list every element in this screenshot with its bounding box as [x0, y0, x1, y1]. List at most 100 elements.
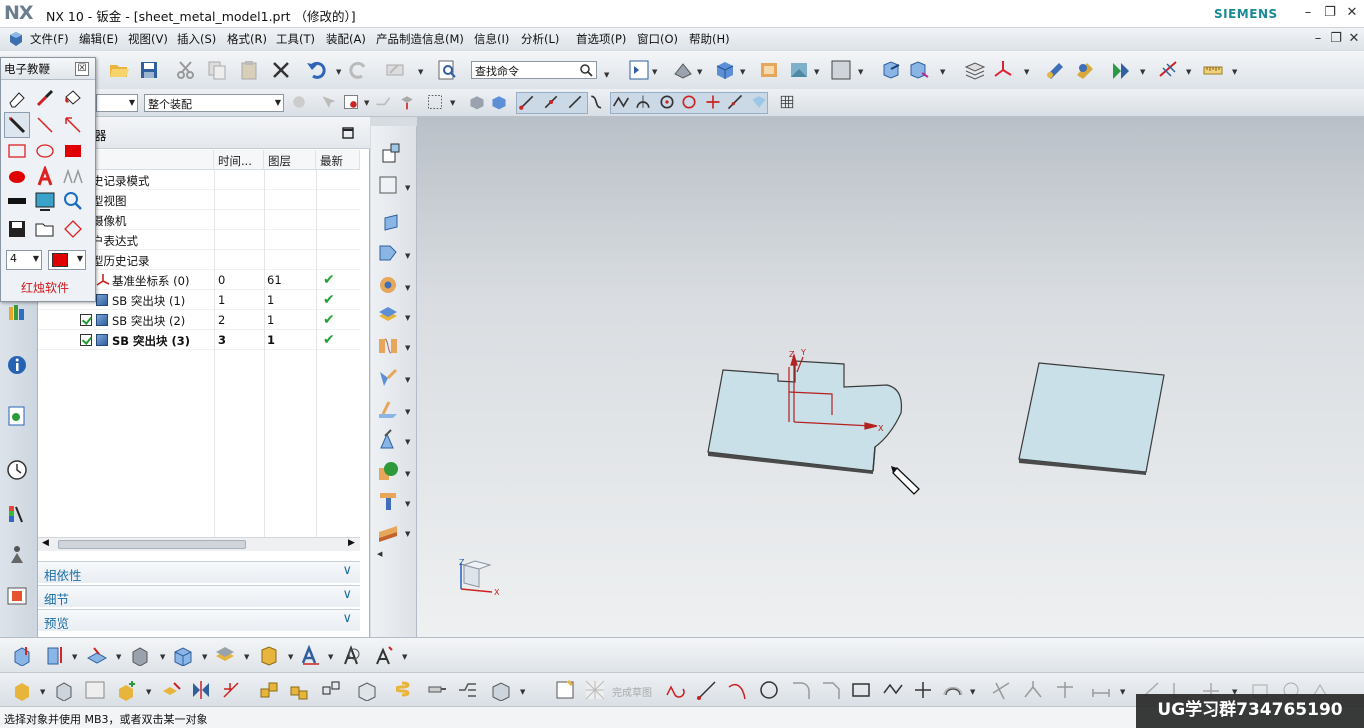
shell-dropdown-icon[interactable]: ▼ [288, 653, 293, 661]
font-tool-icon[interactable] [62, 166, 84, 188]
pmi-note-icon[interactable] [342, 644, 364, 666]
horizontal-scrollbar[interactable]: ◀ ▶ [38, 537, 360, 551]
block-dropdown-icon[interactable]: ▼ [202, 653, 207, 661]
flange-dropdown-icon[interactable]: ▼ [405, 252, 410, 260]
arrow-tool-icon[interactable] [62, 114, 84, 136]
visibility-checkbox[interactable] [80, 334, 92, 346]
graphics-window[interactable]: Z Y X Z X [417, 117, 1364, 637]
restore-button[interactable]: ❐ [1320, 4, 1340, 22]
filled-ellipse-icon[interactable] [6, 166, 28, 188]
tree-row-tab-2[interactable]: SB 突出块 (2) 2 1 ✔ [38, 310, 360, 330]
eraser-icon[interactable] [6, 87, 28, 109]
assembly-filter-icon[interactable] [290, 93, 308, 111]
select-face-icon[interactable] [342, 93, 360, 111]
datum-dropdown-icon[interactable]: ▼ [405, 184, 410, 192]
polygon-icon[interactable] [882, 679, 904, 701]
drawing-icon[interactable] [84, 679, 106, 701]
body-ops-icon[interactable] [490, 679, 512, 701]
mate-icon[interactable] [160, 679, 182, 701]
export-flat-icon[interactable] [377, 428, 399, 450]
open-icon[interactable] [108, 59, 130, 81]
menu-assemblies[interactable]: 装配(A) [326, 31, 366, 47]
arc-icon[interactable] [726, 679, 748, 701]
measure-dropdown-icon[interactable]: ▼ [1186, 68, 1191, 76]
export-dropdown-icon[interactable]: ▼ [405, 438, 410, 446]
select-method-dropdown-icon[interactable]: ▼ [450, 99, 455, 107]
clear-shape-icon[interactable] [62, 218, 84, 240]
chamfer-icon[interactable] [820, 679, 842, 701]
rectangle-icon[interactable] [850, 679, 872, 701]
offset-curve-icon[interactable] [942, 679, 964, 701]
assembly-scope-select[interactable]: 整个装配 ▼ [144, 94, 284, 112]
scroll-left-icon[interactable]: ◀ [42, 538, 49, 548]
select-feature-icon[interactable] [320, 93, 338, 111]
more-tools-icon[interactable]: ◀ [377, 550, 382, 558]
edge-blend-icon[interactable] [214, 644, 236, 666]
flange-icon[interactable] [377, 242, 399, 264]
tab-icon[interactable] [381, 212, 403, 234]
ruler-icon[interactable] [1202, 59, 1224, 81]
lighting-icon[interactable] [830, 59, 852, 81]
mirror-icon[interactable] [190, 679, 212, 701]
column-header-timestamp[interactable]: 时间... [214, 150, 264, 170]
undo-dropdown-icon[interactable]: ▼ [336, 68, 341, 76]
save-drawing-icon[interactable] [6, 218, 28, 240]
eyedropper-icon[interactable] [34, 87, 56, 109]
trim-icon[interactable] [990, 679, 1012, 701]
render-dropdown-icon[interactable]: ▼ [740, 68, 745, 76]
copy-icon[interactable] [206, 59, 228, 81]
palette-icon[interactable] [6, 585, 28, 607]
body-ops-dropdown-icon[interactable]: ▼ [520, 688, 525, 696]
move-component-icon[interactable] [288, 679, 310, 701]
command-finder-icon[interactable] [436, 59, 458, 81]
unite-dropdown-icon[interactable]: ▼ [160, 653, 165, 661]
ruler-dropdown-icon[interactable]: ▼ [1232, 68, 1237, 76]
save-icon[interactable] [138, 59, 160, 81]
system-materials-icon[interactable] [6, 503, 28, 525]
web-browser-icon[interactable] [6, 405, 28, 427]
search-command-input[interactable]: 查找命令 [471, 61, 597, 79]
point-icon[interactable] [912, 679, 934, 701]
orient-dropdown-icon[interactable]: ▼ [697, 68, 702, 76]
text-tool-icon[interactable] [34, 166, 56, 188]
information-icon[interactable] [6, 354, 28, 376]
sketch-plane-icon[interactable] [86, 644, 108, 666]
stamp-dropdown-icon[interactable]: ▼ [405, 530, 410, 538]
ellipse-tool-icon[interactable] [34, 140, 56, 162]
type-filter-select[interactable]: ▼ [96, 94, 138, 112]
paint-bucket-icon[interactable] [62, 87, 84, 109]
background-dropdown-icon[interactable]: ▼ [814, 68, 819, 76]
snap-curve-icon[interactable] [588, 93, 606, 111]
background-icon[interactable] [788, 59, 810, 81]
finish-sketch-label[interactable]: 完成草图 [612, 684, 652, 699]
palette-title-bar[interactable]: 电子教鞭 ☒ [1, 58, 95, 80]
block-icon[interactable] [172, 644, 194, 666]
revolve-dropdown-icon[interactable]: ▼ [72, 653, 77, 661]
corner-icon[interactable] [377, 366, 399, 388]
flat-pattern-icon[interactable] [377, 398, 399, 420]
snap-center-icon[interactable] [658, 93, 676, 111]
visibility-checkbox[interactable] [80, 314, 92, 326]
rectangle-tool-icon[interactable] [6, 140, 28, 162]
select-edge-icon[interactable] [374, 93, 392, 111]
sheet-metal-part-1[interactable] [707, 360, 903, 474]
bend-dropdown-icon[interactable]: ▼ [405, 314, 410, 322]
feature-dropdown-icon[interactable]: ▼ [405, 470, 410, 478]
pattern-icon[interactable] [220, 679, 242, 701]
doc-restore-button[interactable]: ❐ [1326, 30, 1346, 48]
add-component-icon[interactable] [116, 679, 138, 701]
line-tool-icon[interactable] [34, 114, 56, 136]
circle-icon[interactable] [758, 679, 780, 701]
section-details[interactable]: 细节 ∨ [38, 585, 360, 607]
doc-minimize-button[interactable]: – [1308, 30, 1328, 48]
stamp-icon[interactable] [377, 520, 399, 542]
corner-make-icon[interactable] [1054, 679, 1076, 701]
menu-pmi[interactable]: 产品制造信息(M) [376, 31, 464, 47]
search-options-dropdown-icon[interactable]: ▼ [604, 71, 609, 79]
unbend-dropdown-icon[interactable]: ▼ [405, 344, 410, 352]
search-icon[interactable] [579, 63, 593, 77]
text-dropdown-icon[interactable]: ▼ [402, 653, 407, 661]
snap-tangent-icon[interactable] [634, 93, 652, 111]
menu-preferences[interactable]: 首选项(P) [576, 31, 626, 47]
reuse-library-icon[interactable] [6, 301, 28, 323]
